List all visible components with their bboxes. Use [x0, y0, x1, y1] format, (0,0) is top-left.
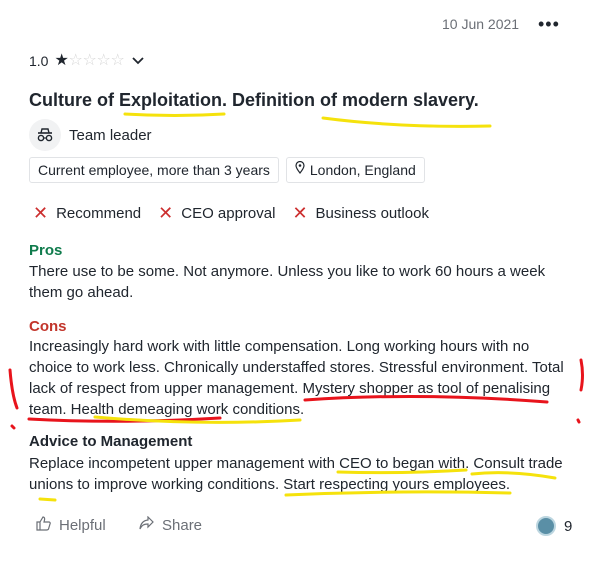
- recommend-label: Recommend: [56, 204, 142, 222]
- x-mark-icon: ✕: [292, 203, 308, 223]
- review-title[interactable]: Culture of Exploitation. Definition of m…: [29, 90, 479, 111]
- rating[interactable]: 1.0 ★ ☆ ☆ ☆ ☆: [29, 52, 145, 70]
- yellow-underline: [123, 112, 226, 117]
- location-chip: London, England: [285, 157, 425, 183]
- advice-heading: Advice to Management: [29, 433, 193, 450]
- helpful-button[interactable]: Helpful: [36, 516, 106, 535]
- rating-stars: ★ ☆ ☆ ☆ ☆: [54, 53, 124, 69]
- reviewer-meta: Current employee, more than 3 years Lond…: [29, 157, 432, 183]
- x-mark-icon: ✕: [33, 203, 49, 223]
- red-bracket-right: [579, 358, 584, 392]
- helpful-count-value: 9: [564, 517, 573, 535]
- thumbs-up-icon: [36, 516, 51, 535]
- approval-ratings: ✕ Recommend ✕ CEO approval ✕ Business ou…: [33, 204, 446, 222]
- reviewer-role: Team leader: [29, 119, 152, 151]
- pros-heading: Pros: [29, 242, 63, 259]
- role-label: Team leader: [69, 126, 152, 144]
- red-dot: [576, 418, 581, 424]
- cons-heading: Cons: [29, 318, 67, 335]
- yellow-underline: [321, 116, 492, 128]
- helpful-label: Helpful: [59, 517, 106, 534]
- recommend-status: ✕ Recommend: [33, 204, 141, 222]
- review-date: 10 Jun 2021: [442, 16, 520, 32]
- ceo-approval-label: CEO approval: [181, 204, 276, 222]
- cons-text: Increasingly hard work with little compe…: [29, 338, 564, 418]
- chevron-down-icon[interactable]: [132, 54, 145, 68]
- star-empty-icon: ☆: [96, 52, 111, 69]
- star-filled-icon: ★: [54, 52, 69, 69]
- more-options-icon[interactable]: •••: [538, 14, 560, 35]
- pros-text: There use to be some. Not anymore. Unles…: [29, 263, 546, 301]
- location-pin-icon: [295, 158, 305, 182]
- helpful-count: 9: [536, 516, 572, 536]
- incognito-icon: [29, 119, 61, 151]
- share-button[interactable]: Share: [139, 515, 203, 534]
- share-icon: [139, 515, 154, 534]
- red-dot: [10, 424, 16, 430]
- rating-value: 1.0: [29, 53, 49, 69]
- red-bracket-left: [8, 368, 19, 410]
- user-avatar-icon: [536, 516, 556, 536]
- employment-chip: Current employee, more than 3 years: [29, 157, 279, 183]
- location-label: London, England: [309, 162, 416, 178]
- star-empty-icon: ☆: [68, 52, 83, 69]
- advice-text: Replace incompetent upper management wit…: [29, 455, 563, 493]
- business-outlook-label: Business outlook: [315, 204, 429, 222]
- star-empty-icon: ☆: [82, 52, 97, 69]
- yellow-dash: [38, 497, 57, 502]
- star-empty-icon: ☆: [110, 52, 125, 69]
- share-label: Share: [162, 516, 203, 534]
- business-outlook-status: ✕ Business outlook: [292, 204, 429, 222]
- x-mark-icon: ✕: [158, 203, 174, 223]
- ceo-approval-status: ✕ CEO approval: [158, 204, 275, 222]
